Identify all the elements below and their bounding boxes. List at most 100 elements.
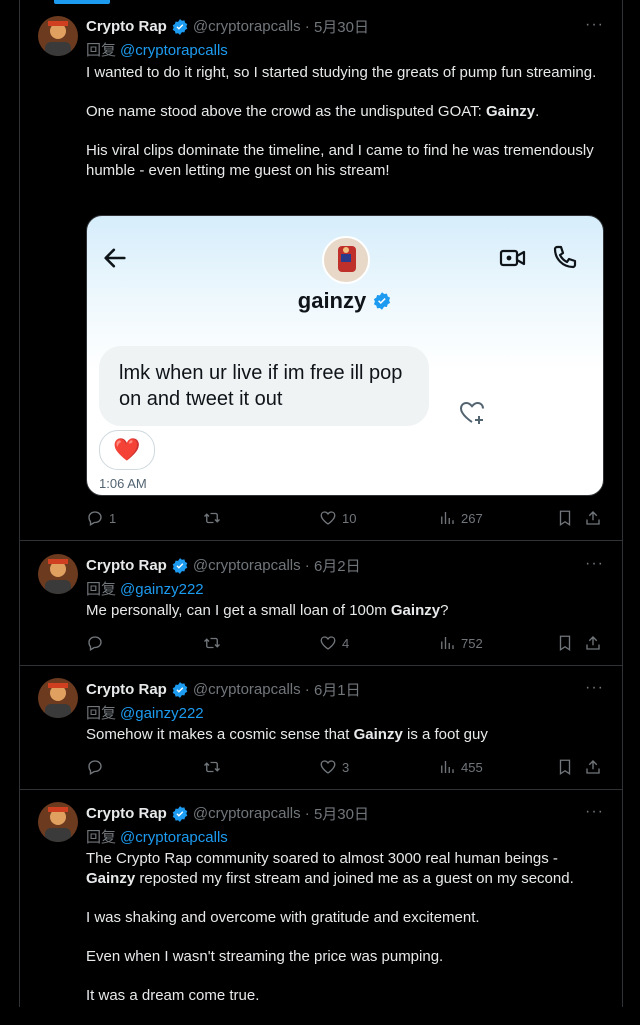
author-name[interactable]: Crypto Rap (86, 681, 167, 698)
reply-button[interactable] (86, 758, 109, 776)
like-button[interactable]: 10 (319, 509, 356, 527)
reply-context: 回复 @cryptorapcalls (86, 826, 228, 847)
separator-dot: · (300, 18, 314, 35)
share-button[interactable] (584, 758, 602, 776)
bookmark-button[interactable] (556, 509, 574, 527)
verified-badge-icon (374, 292, 391, 310)
repost-button[interactable] (203, 509, 221, 527)
heart-icon (320, 760, 336, 774)
back-arrow-icon (104, 248, 126, 268)
avatar[interactable] (38, 802, 78, 842)
phone-call-icon (553, 245, 577, 269)
mention-bold: Gainzy (390, 602, 441, 619)
verified-badge-icon (172, 557, 188, 574)
separator-dot: · (300, 681, 314, 698)
repost-icon (204, 761, 220, 773)
avatar[interactable] (38, 16, 78, 56)
tweet[interactable]: Crypto Rap @cryptorapcalls · 5月30日 ··· 回… (20, 790, 622, 1007)
tweet[interactable]: Crypto Rap @cryptorapcalls · 6月1日 ··· 回复… (20, 666, 622, 790)
add-reaction-icon (459, 401, 484, 424)
mention-bold: Gainzy (353, 726, 403, 743)
reply-button[interactable] (86, 634, 109, 652)
paragraph: His viral clips dominate the timeline, a… (86, 142, 594, 179)
paragraph: The Crypto Rap community soared to almos… (86, 850, 574, 887)
tweet-header: Crypto Rap @cryptorapcalls · 5月30日 (86, 803, 369, 824)
share-icon (586, 760, 600, 774)
mention-bold: Gainzy (485, 103, 536, 120)
heart-icon (320, 511, 336, 525)
author-name[interactable]: Crypto Rap (86, 805, 167, 822)
more-options-icon[interactable]: ··· (585, 679, 604, 697)
mention-bold: Gainzy (86, 870, 136, 887)
verified-badge-icon (172, 681, 188, 698)
views-button[interactable]: 752 (438, 634, 483, 652)
reply-context: 回复 @gainzy222 (86, 578, 204, 599)
reply-to-link[interactable]: @gainzy222 (120, 705, 204, 722)
tweet-date[interactable]: 5月30日 (314, 16, 369, 37)
avatar[interactable] (38, 678, 78, 718)
more-options-icon[interactable]: ··· (585, 803, 604, 821)
reply-button[interactable]: 1 (86, 509, 116, 527)
paragraph: Even when I wasn't streaming the price w… (86, 948, 444, 965)
author-name[interactable]: Crypto Rap (86, 18, 167, 35)
more-options-icon[interactable]: ··· (585, 16, 604, 34)
reply-to-link[interactable]: @gainzy222 (120, 581, 204, 598)
author-name[interactable]: Crypto Rap (86, 557, 167, 574)
views-icon (441, 512, 454, 524)
author-handle[interactable]: @cryptorapcalls (193, 681, 301, 698)
share-button[interactable] (584, 509, 602, 527)
heart-icon (320, 636, 336, 650)
action-bar: 3 455 (86, 757, 604, 777)
author-handle[interactable]: @cryptorapcalls (193, 18, 301, 35)
reply-to-link[interactable]: @cryptorapcalls (120, 42, 228, 59)
repost-button[interactable] (203, 758, 221, 776)
views-icon (441, 637, 454, 649)
views-button[interactable]: 455 (438, 758, 483, 776)
tweet[interactable]: Crypto Rap @cryptorapcalls · 6月2日 ··· 回复… (20, 541, 622, 666)
verified-badge-icon (172, 18, 188, 35)
reply-to-link[interactable]: @cryptorapcalls (120, 829, 228, 846)
repost-icon (204, 512, 220, 524)
share-button[interactable] (584, 634, 602, 652)
reply-context: 回复 @gainzy222 (86, 702, 204, 723)
tweet[interactable]: Crypto Rap @cryptorapcalls · 5月30日 ··· 回… (20, 0, 622, 541)
video-call-icon (499, 249, 526, 267)
tweet-header: Crypto Rap @cryptorapcalls · 5月30日 (86, 16, 369, 37)
tweet-text: The Crypto Rap community soared to almos… (86, 849, 601, 1025)
like-button[interactable]: 3 (319, 758, 349, 776)
share-icon (586, 511, 600, 525)
attached-image-dm-screenshot[interactable]: gainzy lmk when ur live if im free ill p… (86, 215, 604, 496)
action-bar: 4 752 (86, 633, 604, 653)
bookmark-button[interactable] (556, 634, 574, 652)
reply-context: 回复 @cryptorapcalls (86, 39, 228, 60)
repost-button[interactable] (203, 634, 221, 652)
timeline-column: Crypto Rap @cryptorapcalls · 5月30日 ··· 回… (19, 0, 623, 1007)
heart-emoji-icon: ❤️ (113, 437, 141, 462)
paragraph: Somehow it makes a cosmic sense that Gai… (86, 726, 488, 743)
paragraph: I wanted to do it right, so I started st… (86, 64, 597, 81)
avatar[interactable] (38, 554, 78, 594)
contact-avatar (322, 236, 370, 284)
reply-icon (88, 760, 102, 775)
separator-dot: · (300, 805, 314, 822)
bookmark-button[interactable] (556, 758, 574, 776)
separator-dot: · (300, 557, 314, 574)
tweet-date[interactable]: 5月30日 (314, 803, 369, 824)
bookmark-icon (559, 635, 571, 652)
contact-name: gainzy (87, 288, 603, 314)
views-icon (441, 761, 454, 773)
bookmark-icon (559, 759, 571, 776)
more-options-icon[interactable]: ··· (585, 555, 604, 573)
tweet-date[interactable]: 6月2日 (314, 555, 361, 576)
author-handle[interactable]: @cryptorapcalls (193, 557, 301, 574)
views-button[interactable]: 267 (438, 509, 483, 527)
verified-badge-icon (172, 805, 188, 822)
like-button[interactable]: 4 (319, 634, 349, 652)
author-handle[interactable]: @cryptorapcalls (193, 805, 301, 822)
message-bubble: lmk when ur live if im free ill pop on a… (99, 346, 429, 426)
tweet-date[interactable]: 6月1日 (314, 679, 361, 700)
reply-icon (88, 511, 102, 526)
tweet-text: I wanted to do it right, so I started st… (86, 63, 601, 200)
reply-icon (88, 636, 102, 651)
paragraph: Me personally, can I get a small loan of… (86, 602, 449, 619)
